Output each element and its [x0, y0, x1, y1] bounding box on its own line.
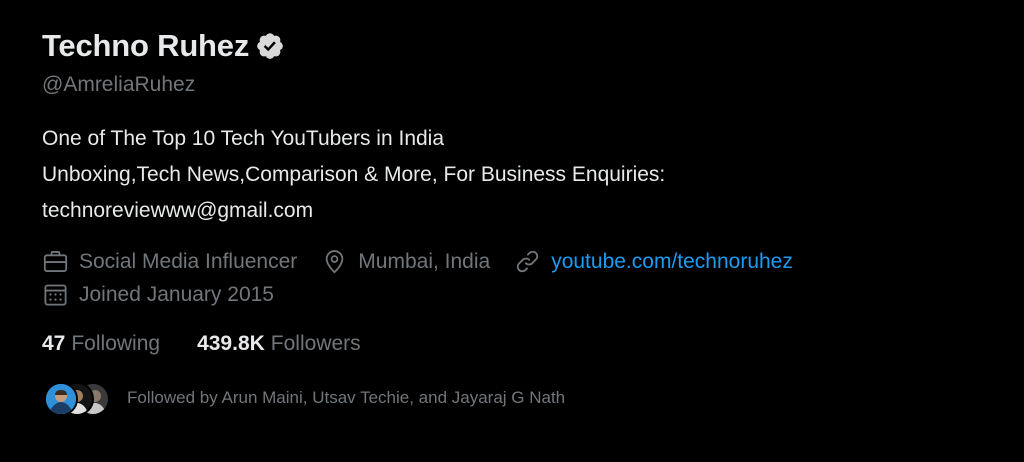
- bio-email: technoreviewww@gmail.com: [42, 199, 314, 222]
- joined-item: Joined January 2015: [42, 281, 274, 308]
- profile-stats: 47 Following 439.8K Followers: [42, 328, 1002, 360]
- display-name: Techno Ruhez: [42, 28, 250, 63]
- meta-row: Joined January 2015: [42, 278, 1002, 311]
- name-row: Techno Ruhez: [42, 26, 1002, 66]
- meta-row: Social Media Influencer Mumbai, India yo…: [42, 245, 1002, 278]
- joined-label: Joined January 2015: [79, 282, 274, 306]
- followers-link[interactable]: 439.8K Followers: [197, 332, 361, 356]
- following-label: Following: [71, 332, 161, 355]
- category-item: Social Media Influencer: [42, 248, 297, 275]
- profile-handle: @AmreliaRuhez: [42, 73, 196, 96]
- followed-by-text[interactable]: Followed by Arun Maini, Utsav Techie, an…: [127, 388, 565, 408]
- followers-label: Followers: [270, 332, 361, 355]
- followers-count: 439.8K: [197, 332, 265, 355]
- category-label: Social Media Influencer: [79, 249, 298, 273]
- profile-header: Techno Ruhez @AmreliaRuhez One of The To…: [42, 26, 1002, 416]
- location-item: Mumbai, India: [321, 248, 490, 275]
- bio-line: One of The Top 10 Tech YouTubers in Indi…: [42, 127, 445, 150]
- link-icon: [514, 248, 541, 275]
- follower-avatars: [44, 382, 114, 416]
- bio-line: Unboxing,Tech News,Comparison & More, Fo…: [42, 163, 666, 186]
- location-pin-icon: [321, 248, 348, 275]
- following-count: 47: [42, 332, 66, 355]
- briefcase-icon: [42, 248, 69, 275]
- location-label: Mumbai, India: [358, 249, 491, 273]
- website-link[interactable]: youtube.com/technoruhez: [551, 250, 793, 274]
- website-item[interactable]: youtube.com/technoruhez: [514, 248, 793, 275]
- avatar: [44, 382, 78, 416]
- following-link[interactable]: 47 Following: [42, 332, 160, 356]
- profile-meta: Social Media Influencer Mumbai, India yo…: [42, 245, 1002, 311]
- verified-badge-icon[interactable]: [255, 31, 285, 61]
- followed-by[interactable]: Followed by Arun Maini, Utsav Techie, an…: [42, 380, 1002, 416]
- profile-bio: One of The Top 10 Tech YouTubers in Indi…: [42, 121, 1002, 229]
- calendar-icon: [42, 281, 69, 308]
